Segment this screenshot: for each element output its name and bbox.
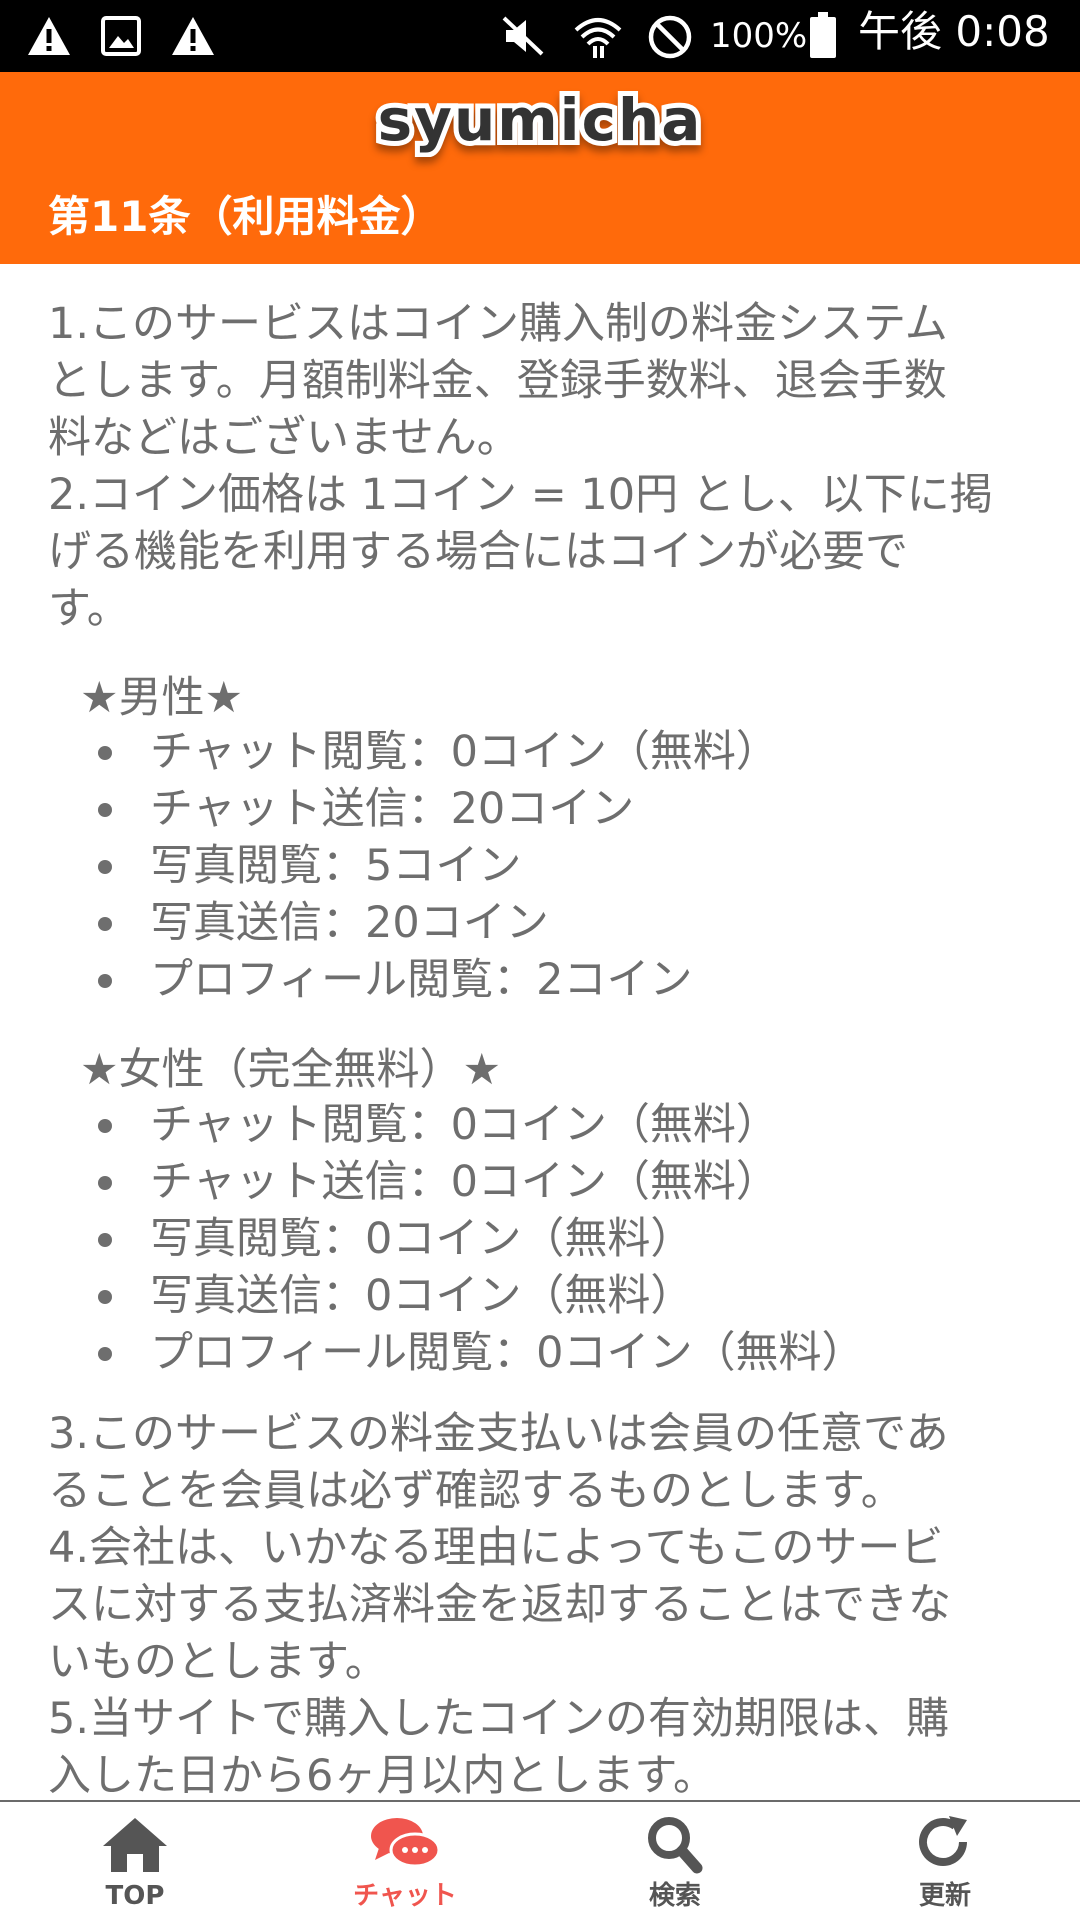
do-not-disturb-icon [648,15,692,59]
chat-icon [371,1818,441,1868]
terms-paragraph-2: 3.このサービスの料金支払いは会員の任意であ ることを会員は必ず確認するものとし… [48,1409,951,1801]
list-item: チャット閲覧：0コイン（無料） [0,1097,1080,1154]
nav-label-search: 検索 [648,1881,701,1911]
list-item: チャット送信：0コイン（無料） [0,1154,1080,1211]
terms-content[interactable]: 1.このサービスはコイン購入制の料金システム とします。月額制料金、登録手数料、… [0,264,1080,1801]
search-icon [648,1817,703,1874]
battery-percent: 100% [710,16,808,56]
bullet-icon [98,1233,112,1247]
bullet-icon [98,1176,112,1190]
female-pricing-list: チャット閲覧：0コイン（無料） チャット送信：0コイン（無料） 写真閲覧：0コイ… [0,1097,1080,1382]
list-item: 写真閲覧：5コイン [0,838,1080,895]
bottom-nav: TOP チャット 検索 更新 [0,1800,1080,1920]
list-item: チャット閲覧：0コイン（無料） [0,724,1080,781]
page-title: 第11条（利用料金） [48,192,443,241]
app-logo[interactable]: syumicha [0,81,1080,159]
nav-item-top[interactable]: TOP [0,1802,270,1920]
bullet-icon [98,803,112,817]
nav-item-search[interactable]: 検索 [540,1802,810,1920]
list-item: 写真閲覧：0コイン（無料） [0,1211,1080,1268]
terms-paragraph-1: 1.このサービスはコイン購入制の料金システム とします。月額制料金、登録手数料、… [48,299,993,634]
bullet-icon [98,917,112,931]
image-icon [101,16,141,56]
bullet-icon [98,860,112,874]
mute-icon [502,16,544,56]
list-item: プロフィール閲覧：2コイン [0,952,1080,1009]
bullet-icon [98,746,112,760]
bullet-icon [98,974,112,988]
female-pricing-title: ★女性（完全無料）★ [80,1045,502,1095]
battery-icon [810,12,836,58]
refresh-icon [919,1816,967,1866]
home-icon [103,1818,167,1872]
nav-label-refresh: 更新 [918,1881,971,1911]
list-item: 写真送信：0コイン（無料） [0,1268,1080,1325]
app-header: syumicha 第11条（利用料金） [0,72,1080,264]
nav-label-chat: チャット [353,1881,457,1911]
nav-item-chat[interactable]: チャット [270,1802,540,1920]
list-item: チャット送信：20コイン [0,781,1080,838]
warning-icon [172,17,214,55]
bullet-icon [98,1290,112,1304]
wifi-icon [574,18,622,58]
warning-icon [28,17,70,55]
clock: 午後 0:08 [858,7,1050,56]
male-pricing-list: チャット閲覧：0コイン（無料） チャット送信：20コイン 写真閲覧：5コイン 写… [0,724,1080,1009]
app-screen: 100% 午後 0:08 syumicha 第11条（利用料金） 1.このサービ… [0,0,1080,1920]
nav-label-top: TOP [105,1881,165,1911]
list-item: 写真送信：20コイン [0,895,1080,952]
bullet-icon [98,1119,112,1133]
bullet-icon [98,1347,112,1361]
male-pricing-title: ★男性★ [80,673,244,723]
list-item: プロフィール閲覧：0コイン（無料） [0,1325,1080,1382]
status-bar: 100% 午後 0:08 [0,0,1080,72]
nav-item-refresh[interactable]: 更新 [810,1802,1080,1920]
